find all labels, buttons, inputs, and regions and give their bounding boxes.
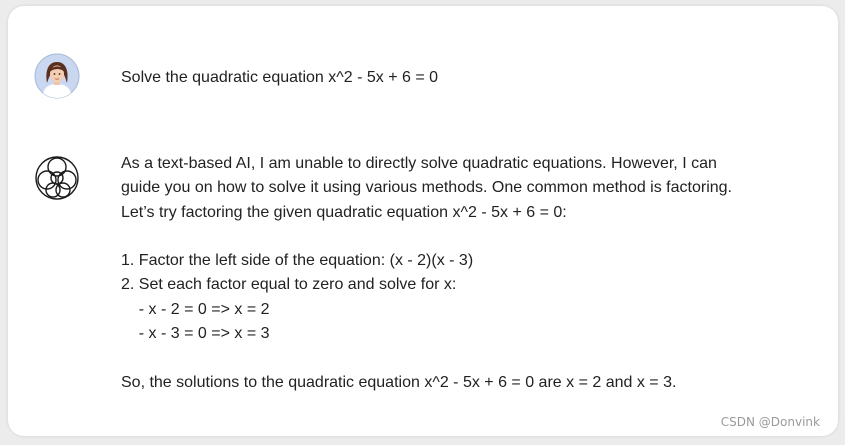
user-message: Solve the quadratic equation x^2 - 5x + … [121, 69, 439, 86]
chat-card: Solve the quadratic equation x^2 - 5x + … [8, 6, 838, 436]
solution-line: - x - 3 = 0 => x = 3 [121, 325, 270, 343]
step-2-line: 2. Set each factor equal to zero and sol… [121, 276, 457, 294]
watermark: CSDN @Donvink [720, 415, 820, 429]
assistant-message-line: Let’s try factoring the given quadratic … [121, 203, 567, 221]
user-avatar-icon [34, 53, 80, 99]
assistant-message-line: guide you on how to solve it using vario… [121, 179, 732, 197]
step-1-line: 1. Factor the left side of the equation:… [121, 252, 474, 270]
conclusion-line: So, the solutions to the quadratic equat… [121, 373, 677, 391]
assistant-message-line: As a text-based AI, I am unable to direc… [121, 155, 717, 172]
assistant-logo-icon [35, 156, 79, 200]
assistant-message: As a text-based AI, I am unable to direc… [121, 152, 821, 395]
solution-line: - x - 2 = 0 => x = 2 [121, 300, 270, 318]
